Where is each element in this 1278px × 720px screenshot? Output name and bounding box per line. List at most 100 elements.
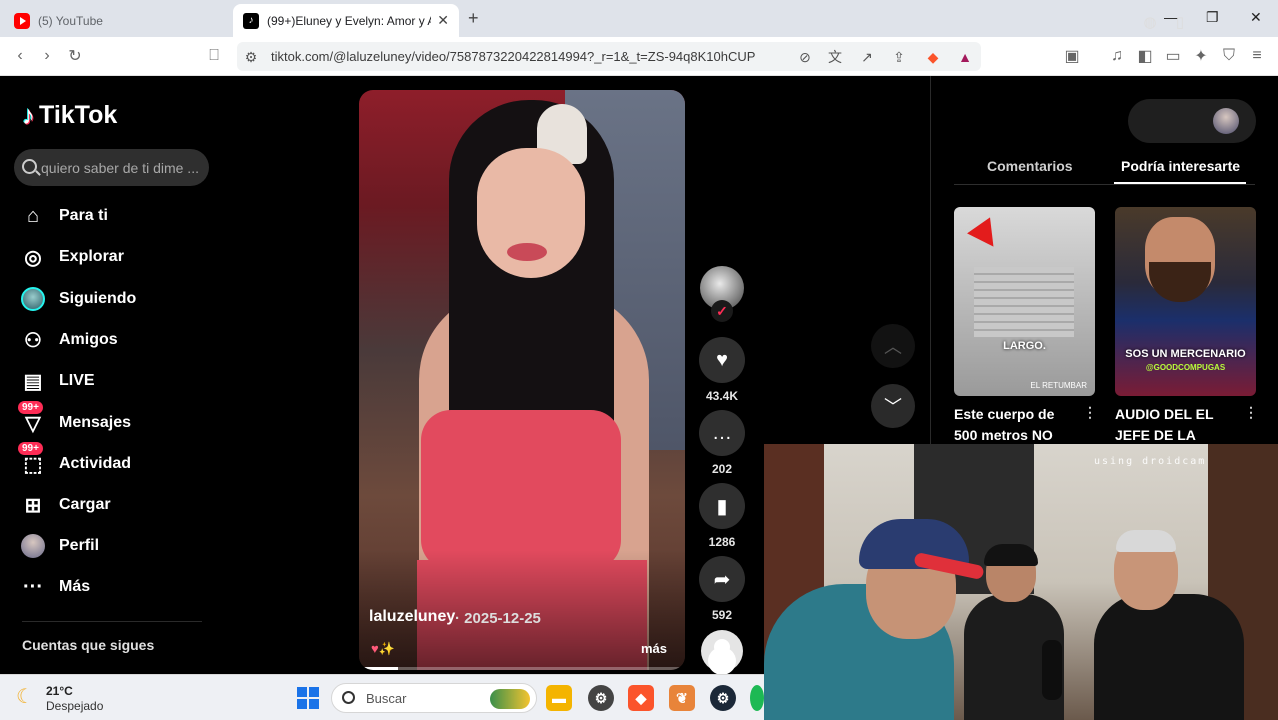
compass-small-icon[interactable]: ◍ [1140, 12, 1160, 32]
person-2-hair [984, 544, 1038, 566]
sidebar-item-actividad[interactable]: ⬚ 99+ Actividad [18, 442, 131, 479]
leo-ai-icon[interactable]: ✦ [1191, 46, 1211, 66]
tiktok-logo[interactable]: ♪ TikTok [22, 100, 117, 131]
back-icon[interactable]: ‹ [10, 46, 30, 66]
microphone [1042, 640, 1062, 700]
wallet-icon[interactable]: ▭ [1163, 46, 1183, 66]
sidebar-item-siguiendo[interactable]: Siguiendo [20, 284, 136, 314]
sidebar-item-para-ti[interactable]: ⌂ Para ti [20, 201, 108, 231]
video-player[interactable]: laluzeluney · 2025-12-25 ♥✨ más [359, 90, 685, 670]
account-avatar[interactable] [1213, 108, 1239, 134]
save-button[interactable]: ▮ [699, 483, 745, 529]
sidebar-item-explorar[interactable]: ◎ Explorar [20, 242, 124, 272]
tab-tiktok[interactable]: ♪ (99+)Eluney y Evelyn: Amor y Ale ✕ [233, 4, 459, 37]
following-accounts-title: Cuentas que sigues [22, 637, 155, 653]
sidebar-item-label: Explorar [59, 248, 124, 265]
save-count: 1286 [708, 535, 736, 549]
new-tab-button[interactable]: + [468, 8, 479, 29]
suggestion-thumbnail[interactable]: LARGO. EL RETUMBAR [954, 207, 1095, 396]
weather-temperature[interactable]: 21°C [46, 684, 73, 698]
search-highlight-icon [490, 689, 530, 709]
tiktok-favicon-icon: ♪ [243, 12, 259, 29]
more-options-icon[interactable]: ⋮ [1244, 404, 1258, 421]
settings-app-icon[interactable]: ⚙ [588, 685, 614, 711]
file-explorer-icon[interactable]: ▬ [546, 685, 572, 711]
sidebar-item-label: Mensajes [59, 414, 132, 431]
live-tv-icon: ▤ [23, 370, 43, 393]
messages-icon: ▽ 99+ [18, 401, 46, 436]
close-window-button[interactable]: ✕ [1250, 9, 1262, 26]
tab-youtube[interactable]: (5) YouTube [4, 4, 230, 37]
brave-browser-icon[interactable]: ◆ [628, 685, 654, 711]
site-info-icon[interactable]: ⚙ [241, 47, 261, 67]
steam-icon[interactable]: ⚙ [710, 685, 736, 711]
browser-tab-bar: (5) YouTube ♪ (99+)Eluney y Evelyn: Amor… [0, 0, 1278, 37]
comment-count: 202 [711, 462, 733, 476]
reader-icon[interactable]: ▣ [1062, 46, 1082, 66]
caption-more-link[interactable]: más [641, 641, 667, 656]
forward-icon[interactable]: › [37, 46, 57, 66]
tab-podria-interesarte[interactable]: Podría interesarte [1121, 158, 1240, 174]
sidebar-item-mas[interactable]: ··· Más [20, 572, 90, 602]
weather-moon-icon[interactable]: ☾ [16, 684, 34, 709]
more-options-icon[interactable]: ⋮ [1083, 404, 1097, 421]
spotify-icon[interactable] [750, 685, 764, 711]
sidebar-item-mensajes[interactable]: ▽ 99+ Mensajes [18, 401, 132, 438]
sidebar-divider [22, 621, 202, 622]
followed-check-icon[interactable]: ✓ [711, 300, 733, 322]
share-button[interactable]: ➦ [699, 556, 745, 602]
tabs-divider [954, 184, 1255, 185]
home-icon: ⌂ [26, 204, 40, 227]
comment-button[interactable]: … [699, 410, 745, 456]
maximize-button[interactable]: ❐ [1206, 9, 1219, 26]
phone-icon[interactable]: ▯ [1170, 12, 1190, 32]
taskbar-search[interactable]: Buscar [331, 683, 537, 713]
sidebar-icon[interactable]: ◧ [1135, 46, 1155, 66]
sidebar-item-label: Más [59, 578, 91, 595]
music-icon[interactable]: ♫ [1107, 46, 1127, 66]
url-text[interactable]: tiktok.com/@laluzeluney/video/7587873220… [271, 49, 755, 64]
video-progress-bar[interactable] [359, 667, 685, 670]
reload-icon[interactable]: ↻ [65, 46, 85, 66]
brave-rewards-icon[interactable]: ▲ [955, 47, 975, 67]
browser-toolbar: ‹ › ↻ ⎕ ⚙ tiktok.com/@laluzeluney/video/… [0, 37, 1278, 76]
video-caption: ♥✨ [371, 641, 395, 656]
search-input[interactable]: quiero saber de ti dime ... [14, 149, 209, 186]
bookmark-icon[interactable]: ⎕ [204, 46, 224, 66]
sidebar-item-cargar[interactable]: ⊞ Cargar [20, 490, 111, 520]
more-icon: ··· [23, 575, 43, 598]
person-3-hair [1116, 530, 1176, 552]
vpn-icon[interactable]: ⛉ [1219, 46, 1239, 66]
close-tab-icon[interactable]: ✕ [437, 12, 449, 29]
share-icon[interactable]: ⇪ [889, 47, 909, 67]
like-button[interactable]: ♥ [699, 337, 745, 383]
previous-video-button[interactable]: ︿ [871, 324, 915, 368]
open-external-icon[interactable]: ↗ [857, 47, 877, 67]
windows-start-icon[interactable] [297, 687, 319, 709]
weather-condition[interactable]: Despejado [46, 699, 103, 713]
heart-icon: ♥ [716, 348, 728, 371]
music-disc-icon[interactable] [701, 630, 743, 672]
panel-divider [930, 76, 931, 446]
suggestion-thumbnail[interactable]: SOS UN MERCENARIO @GOODCOMPUGAS [1115, 207, 1256, 396]
address-bar[interactable]: ⚙ tiktok.com/@laluzeluney/video/75878732… [237, 42, 981, 71]
sidebar-item-label: Perfil [59, 537, 100, 554]
following-avatar [20, 286, 46, 312]
tab-comentarios[interactable]: Comentarios [987, 158, 1073, 174]
fl-studio-icon[interactable]: ❦ [669, 685, 695, 711]
sidebar-item-amigos[interactable]: ⚇ Amigos [20, 325, 118, 355]
thumbnail-watermark: EL RETUMBAR [1030, 381, 1087, 390]
tab-title: (99+)Eluney y Evelyn: Amor y Ale [267, 13, 432, 28]
sidebar-item-perfil[interactable]: Perfil [20, 531, 99, 561]
activity-badge: 99+ [18, 442, 43, 455]
video-username[interactable]: laluzeluney [369, 608, 455, 626]
translate-icon[interactable]: 文 [825, 47, 845, 67]
comment-icon: … [712, 421, 732, 444]
thumbnail-person-beard [1149, 262, 1211, 302]
next-video-button[interactable]: ﹀ [871, 384, 915, 428]
menu-icon[interactable]: ≡ [1247, 46, 1267, 66]
sidebar-item-live[interactable]: ▤ LIVE [20, 366, 95, 396]
brave-shield-icon[interactable]: ◆ [923, 47, 943, 67]
share-arrow-icon: ➦ [713, 568, 731, 591]
no-tracking-icon[interactable]: ⊘ [795, 47, 815, 67]
